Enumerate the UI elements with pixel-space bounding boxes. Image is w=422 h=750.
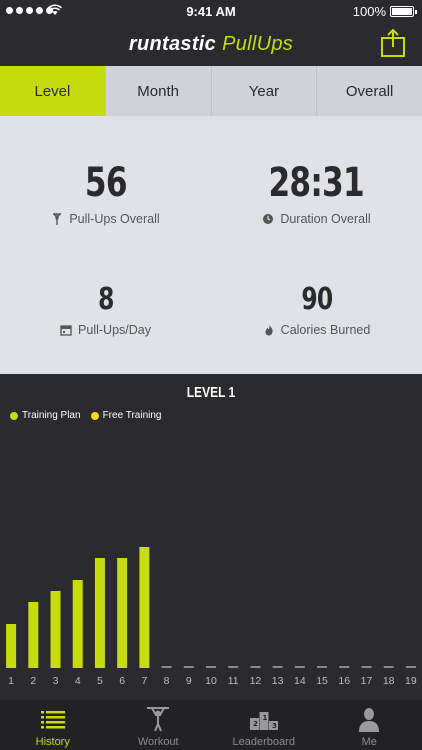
tabbar-workout[interactable]: Workout xyxy=(106,700,212,750)
battery-icon xyxy=(390,6,417,17)
stat-pullups-overall: 56 Pull-Ups Overall xyxy=(0,160,211,226)
tabbar-label: Me xyxy=(361,736,377,748)
x-tick-label: 7 xyxy=(141,675,147,687)
legend-label: Training Plan xyxy=(22,410,81,421)
battery-percent: 100% xyxy=(352,4,386,19)
level-chart: 1 2 3 4 5 6 7 8 9 10 11 12 13 14 15 16 17 18 19 LEVEL 1 Tr… xyxy=(0,374,422,700)
x-tick-label: 11 xyxy=(228,675,239,687)
x-tick-label: 5 xyxy=(97,675,103,687)
chart-empty-bar xyxy=(317,666,328,668)
chart-bar xyxy=(50,591,61,668)
app-logo: runtastic PullUps xyxy=(0,33,422,56)
chart-legend: Training Plan Free Training xyxy=(10,410,161,421)
chart-empty-bar xyxy=(405,666,416,668)
x-tick-label: 18 xyxy=(383,675,395,687)
chart-title: LEVEL 1 xyxy=(186,384,236,401)
chart-empty-bar xyxy=(383,666,394,668)
stat-label: Pull-Ups Overall xyxy=(69,212,160,226)
tab-overall[interactable]: Overall xyxy=(316,66,422,116)
profile-icon xyxy=(359,708,380,732)
share-icon[interactable] xyxy=(380,28,406,58)
x-tick-label: 14 xyxy=(294,675,306,687)
stat-value: 28:31 xyxy=(268,160,365,206)
x-tick-label: 8 xyxy=(164,675,170,687)
bottom-tab-bar: History Workout 213 Leaderboard Me xyxy=(0,700,422,750)
chart-empty-bar xyxy=(206,666,216,668)
x-tick-label: 19 xyxy=(405,675,417,687)
chart-empty-bar xyxy=(272,666,283,668)
x-tick-label: 15 xyxy=(316,675,328,687)
x-tick-label: 10 xyxy=(205,675,217,687)
svg-text:1: 1 xyxy=(262,714,267,722)
status-bar: 9:41 AM 100% xyxy=(0,0,422,24)
x-tick-label: 6 xyxy=(119,675,125,687)
stat-duration-overall: 28:31 Duration Overall xyxy=(211,160,422,226)
stat-label: Calories Burned xyxy=(280,323,371,337)
brand-pullups: PullUps xyxy=(222,33,294,55)
brand-runtastic: runtastic xyxy=(128,33,217,55)
chart-empty-bar xyxy=(361,666,372,668)
chart-bar xyxy=(139,547,150,668)
legend-item-free-training: Free Training xyxy=(90,410,162,421)
chart-empty-bar xyxy=(250,666,261,668)
stats-panel: 56 Pull-Ups Overall 28:31 Duration Overa… xyxy=(0,116,422,374)
stat-label: Pull-Ups/Day xyxy=(78,323,151,337)
history-list-icon xyxy=(40,711,65,729)
stat-value: 56 xyxy=(84,160,128,206)
legend-dot-icon xyxy=(10,411,18,420)
pullup-figure-icon xyxy=(53,213,62,225)
period-tabs: Level Month Year Overall xyxy=(0,66,422,116)
stat-value: 8 xyxy=(97,282,114,317)
tabbar-me[interactable]: Me xyxy=(317,700,422,750)
tab-year[interactable]: Year xyxy=(210,66,317,116)
stat-calories: 90 Calories Burned xyxy=(211,282,422,337)
chart-empty-bar xyxy=(294,666,305,668)
x-tick-label: 17 xyxy=(361,675,373,687)
calendar-icon xyxy=(60,325,72,336)
clock-icon xyxy=(263,214,274,224)
flame-icon xyxy=(265,325,273,336)
chart-empty-bar xyxy=(183,666,194,668)
tabbar-leaderboard[interactable]: 213 Leaderboard xyxy=(211,700,317,750)
app-header: runtastic PullUps xyxy=(0,24,422,66)
chart-empty-bar xyxy=(228,666,239,668)
stat-pullups-day: 8 Pull-Ups/Day xyxy=(0,282,211,337)
x-tick-label: 16 xyxy=(338,675,350,687)
workout-figure-icon xyxy=(147,707,170,732)
tabbar-label: Leaderboard xyxy=(232,736,295,748)
x-tick-label: 1 xyxy=(8,675,14,687)
legend-label: Free Training xyxy=(102,410,162,421)
chart-empty-bar xyxy=(339,666,350,668)
podium-icon: 213 xyxy=(249,712,278,730)
tab-level[interactable]: Level xyxy=(0,66,105,116)
stat-label: Duration Overall xyxy=(280,212,371,226)
svg-text:2: 2 xyxy=(253,720,258,728)
legend-item-training-plan: Training Plan xyxy=(10,410,81,421)
chart-bar xyxy=(72,580,83,668)
tabbar-label: Workout xyxy=(137,736,179,748)
x-tick-label: 2 xyxy=(30,675,36,687)
chart-empty-bar xyxy=(161,666,172,668)
x-tick-label: 12 xyxy=(250,675,262,687)
chart-bar xyxy=(28,602,39,668)
tabbar-history[interactable]: History xyxy=(0,700,106,750)
tab-month[interactable]: Month xyxy=(104,66,211,116)
chart-bar xyxy=(6,624,17,668)
tabbar-label: History xyxy=(35,736,70,748)
svg-text:3: 3 xyxy=(272,722,277,730)
legend-dot-icon xyxy=(90,411,99,420)
x-tick-label: 13 xyxy=(272,675,284,687)
x-tick-label: 9 xyxy=(186,675,192,687)
chart-bar xyxy=(117,558,128,668)
x-tick-label: 3 xyxy=(53,675,59,687)
chart-bar xyxy=(94,558,105,668)
stat-value: 90 xyxy=(300,282,333,317)
x-tick-label: 4 xyxy=(75,675,81,687)
bar-chart: 1 2 3 4 5 6 7 8 9 10 11 12 13 14 15 16 17 18 19 xyxy=(6,547,417,687)
